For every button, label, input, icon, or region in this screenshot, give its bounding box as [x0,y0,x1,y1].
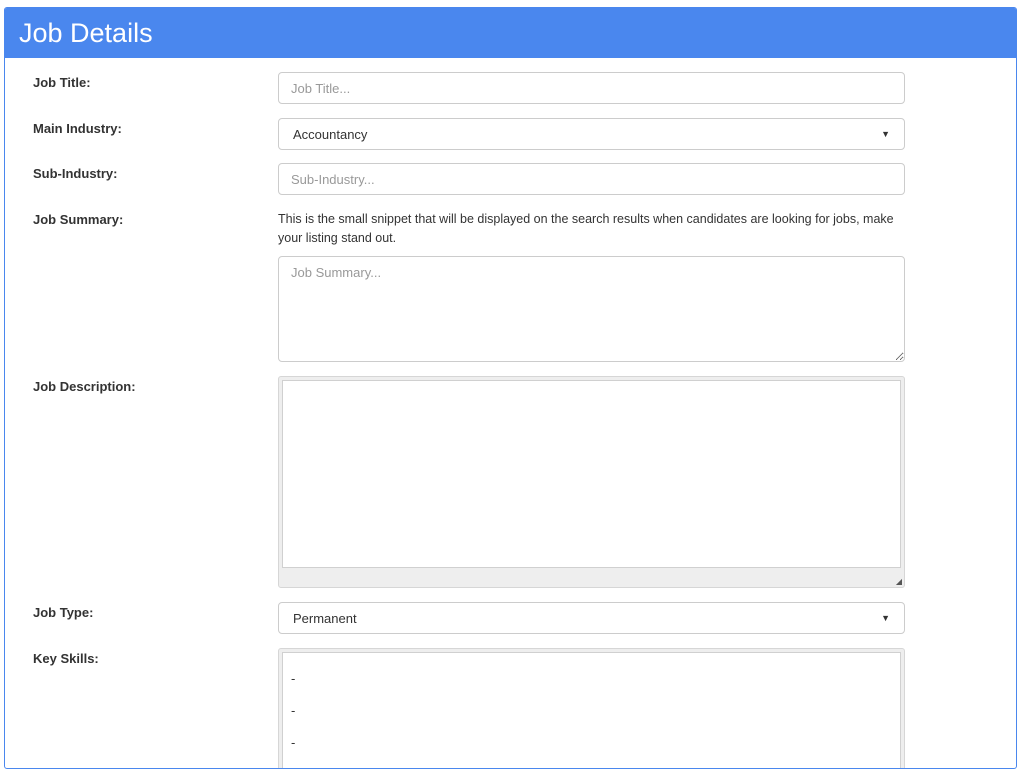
job-summary-label: Job Summary: [33,212,124,227]
resize-grip-icon[interactable]: ◢ [896,577,902,586]
job-description-editor-area[interactable] [282,380,901,568]
caret-down-icon: ▼ [881,129,890,139]
job-description-editor[interactable]: ◢ [278,376,905,588]
job-details-panel: Job Details Job Title: Main Industry: Ac… [4,7,1017,769]
page-title: Job Details [19,17,153,48]
key-skill-item: - [291,671,296,686]
job-type-label: Job Type: [33,605,94,620]
main-industry-value: Accountancy [293,126,368,142]
main-industry-select[interactable]: Accountancy ▼ [278,118,905,150]
key-skills-label: Key Skills: [33,651,99,666]
key-skills-editor-area[interactable]: - - - [282,652,901,768]
main-industry-label: Main Industry: [33,121,122,136]
job-title-label: Job Title: [33,75,91,90]
job-description-label: Job Description: [33,379,136,394]
job-summary-help-text: This is the small snippet that will be d… [278,212,894,245]
job-title-input[interactable] [278,72,905,104]
job-type-value: Permanent [293,610,357,626]
job-summary-textarea[interactable] [278,256,905,362]
key-skill-item: - [291,735,296,750]
job-type-select[interactable]: Permanent ▼ [278,602,905,634]
key-skill-item: - [291,703,296,718]
sub-industry-input[interactable] [278,163,905,195]
caret-down-icon: ▼ [881,613,890,623]
sub-industry-label: Sub-Industry: [33,166,118,181]
panel-header: Job Details [5,8,1016,58]
